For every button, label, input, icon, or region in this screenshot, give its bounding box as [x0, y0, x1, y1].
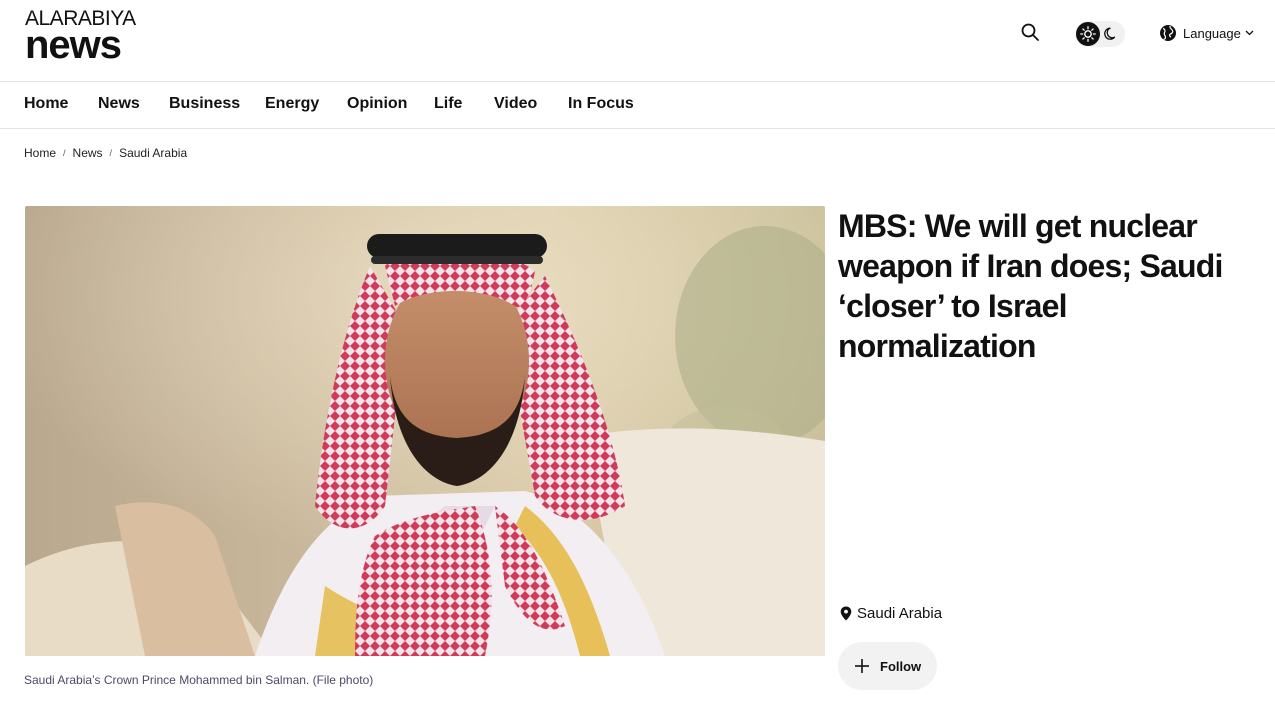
main-nav: Home News Business Energy Opinion Life V… — [0, 82, 1275, 129]
breadcrumb-home[interactable]: Home — [24, 146, 56, 160]
nav-item-in-focus[interactable]: In Focus — [568, 95, 634, 113]
nav-item-home[interactable]: Home — [24, 95, 68, 113]
nav-item-opinion[interactable]: Opinion — [347, 95, 407, 113]
nav-item-news[interactable]: News — [98, 95, 140, 113]
site-logo[interactable]: ALARABIYA news — [25, 8, 155, 67]
location-label: Saudi Arabia — [857, 605, 943, 622]
nav-item-business[interactable]: Business — [169, 95, 240, 113]
follow-button[interactable]: Follow — [838, 642, 937, 690]
nav-item-life[interactable]: Life — [434, 95, 462, 113]
site-header: ALARABIYA news Language — [0, 0, 1275, 82]
follow-label: Follow — [880, 658, 922, 674]
breadcrumb-separator: / — [63, 148, 66, 158]
plus-icon — [855, 659, 869, 673]
image-caption: Saudi Arabia’s Crown Prince Mohammed bin… — [24, 673, 374, 687]
search-icon — [1021, 23, 1039, 41]
language-label: Language — [1183, 25, 1241, 41]
language-selector[interactable]: Language — [1159, 23, 1254, 43]
nav-item-energy[interactable]: Energy — [265, 95, 319, 113]
sun-icon[interactable] — [1076, 22, 1100, 46]
theme-toggle[interactable] — [1075, 21, 1125, 47]
map-pin-icon — [840, 606, 852, 621]
breadcrumb-saudi-arabia[interactable]: Saudi Arabia — [119, 146, 187, 160]
chevron-down-icon — [1245, 30, 1254, 36]
search-button[interactable] — [1020, 22, 1042, 44]
breadcrumb: Home / News / Saudi Arabia — [24, 146, 187, 160]
moon-icon[interactable] — [1103, 26, 1119, 42]
breadcrumb-news[interactable]: News — [73, 146, 103, 160]
breadcrumb-separator: / — [109, 148, 113, 158]
globe-icon — [1160, 25, 1176, 41]
article-hero-image — [25, 206, 825, 656]
nav-item-video[interactable]: Video — [494, 95, 537, 113]
article-headline: MBS: We will get nuclear weapon if Iran … — [838, 208, 1223, 364]
location-tag[interactable]: Saudi Arabia — [840, 605, 942, 622]
logo-bottom-text: news — [25, 23, 122, 67]
